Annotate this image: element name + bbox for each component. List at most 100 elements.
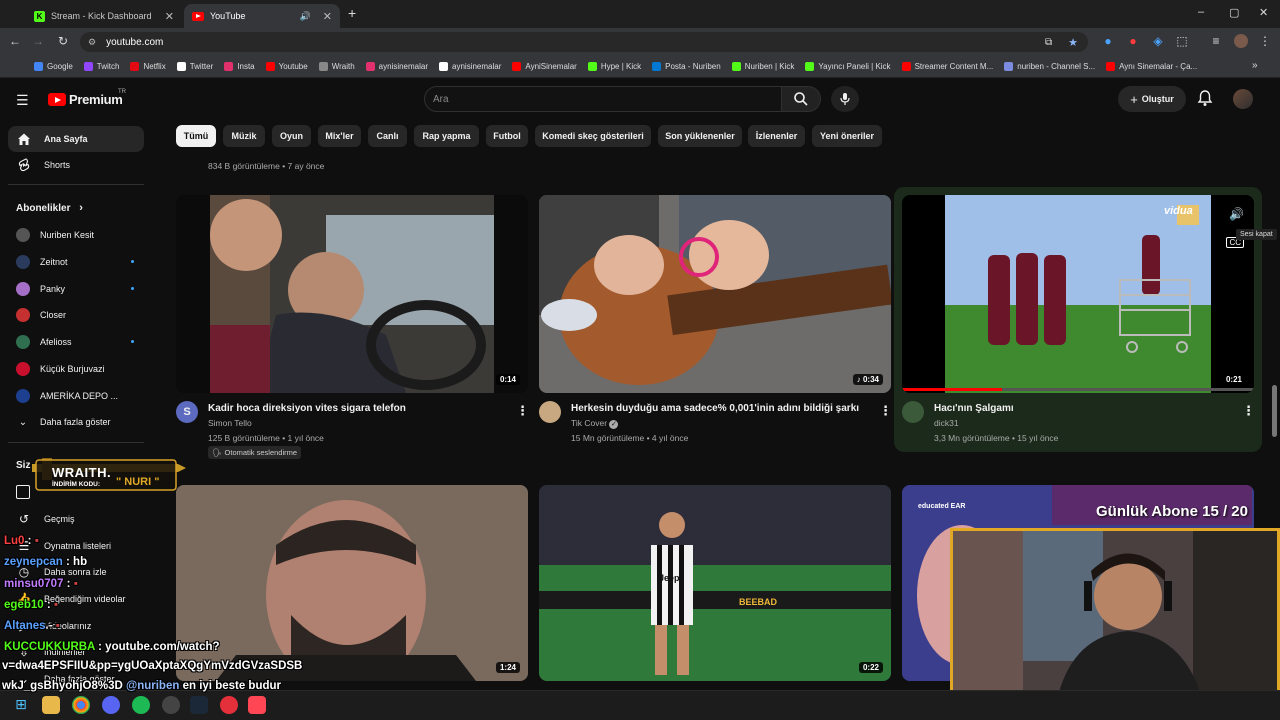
close-window-button[interactable]: ✕ xyxy=(1259,6,1268,19)
sidebar-item-home[interactable]: Ana Sayfa xyxy=(8,126,144,152)
chip-oyun[interactable]: Oyun xyxy=(272,125,311,147)
account-avatar[interactable] xyxy=(1233,89,1253,109)
video-menu-icon[interactable]: ⋮ xyxy=(879,403,892,419)
hamburger-menu-icon[interactable]: ☰ xyxy=(16,92,29,109)
channel-avatar[interactable] xyxy=(902,401,924,423)
bookmark-item[interactable]: Hype | Kick xyxy=(587,62,641,71)
tab-close-icon[interactable]: ✕ xyxy=(165,10,174,23)
video-title[interactable]: Kadir hoca direksiyon vites sigara telef… xyxy=(208,403,406,414)
bookmark-item[interactable]: Posta - Nuriben xyxy=(652,62,721,71)
spotify-icon[interactable] xyxy=(132,696,150,714)
more-bookmarks-button[interactable]: » xyxy=(1252,60,1258,71)
video-thumbnail[interactable]: 1:24 xyxy=(176,485,528,681)
site-info-icon[interactable]: ⚙ xyxy=(88,37,96,48)
discord-icon[interactable] xyxy=(102,696,120,714)
chip-tümü[interactable]: Tümü xyxy=(176,125,216,147)
bookmark-item[interactable]: Wraith xyxy=(318,62,355,71)
media-control-icon[interactable]: ≡ xyxy=(1208,34,1224,48)
tab-youtube[interactable]: YouTube 🔊 ✕ xyxy=(184,4,340,28)
channel-avatar[interactable] xyxy=(539,401,561,423)
bookmark-item[interactable]: AyniSinemalar xyxy=(512,62,577,71)
channel-name[interactable]: Tik Cover ✓ xyxy=(571,418,619,429)
bookmark-item[interactable]: Twitter xyxy=(176,62,213,71)
chip-i-zlenenler[interactable]: İzlenenler xyxy=(748,125,805,147)
sidebar-subscription[interactable]: Nuriben Kesit xyxy=(8,223,144,247)
channel-name[interactable]: dick31 xyxy=(934,418,959,428)
sidebar-subscription[interactable]: Küçük Burjuvazi xyxy=(8,357,144,381)
address-bar[interactable]: ⚙ youtube.com ⧉ ★ xyxy=(80,32,1088,52)
install-app-icon[interactable]: ⧉ xyxy=(1045,37,1052,48)
video-preview[interactable]: vidua 0:21 🔊 CC xyxy=(902,195,1254,393)
obs-icon[interactable] xyxy=(162,696,180,714)
valorant-icon[interactable] xyxy=(248,696,266,714)
menu-kebab-icon[interactable]: ⋮ xyxy=(1257,34,1273,48)
chip-yeni-öneriler[interactable]: Yeni öneriler xyxy=(812,125,882,147)
bookmark-item[interactable]: nuriben - Channel S... xyxy=(1004,62,1095,71)
bookmark-item[interactable]: Twitch xyxy=(83,62,119,71)
chip-komedi-skeç-gösterileri[interactable]: Komedi skeç gösterileri xyxy=(535,125,651,147)
page-scrollbar[interactable] xyxy=(1272,385,1277,437)
bookmark-item[interactable]: aynisinemalar xyxy=(439,62,501,71)
reload-icon[interactable]: ↻ xyxy=(55,34,71,48)
app-icon[interactable] xyxy=(220,696,238,714)
chrome-icon[interactable] xyxy=(72,696,90,714)
sidebar-item-shorts[interactable]: Shorts xyxy=(8,152,144,178)
bookmark-item[interactable]: aynisinemalar xyxy=(365,62,428,71)
channel-avatar[interactable]: S xyxy=(176,401,198,423)
chip-müzik[interactable]: Müzik xyxy=(223,125,265,147)
chip-mix-ler[interactable]: Mix'ler xyxy=(318,125,361,147)
sidebar-subscription[interactable]: AMERİKA DEPO ... xyxy=(8,384,144,408)
search-input[interactable]: Ara xyxy=(424,86,782,112)
youtube-premium-logo[interactable]: Premium xyxy=(69,92,123,107)
subscriptions-header[interactable]: Abonelikler › xyxy=(16,202,83,214)
steam-icon[interactable] xyxy=(190,696,208,714)
profile-avatar[interactable] xyxy=(1234,34,1248,48)
sidebar-show-more[interactable]: ⌄ Daha fazla göster xyxy=(8,410,144,434)
chip-rap-yapma[interactable]: Rap yapma xyxy=(414,125,479,147)
tab-audio-icon[interactable]: 🔊 xyxy=(300,11,311,22)
channel-name[interactable]: Simon Tello xyxy=(208,418,252,428)
tab-kick-dashboard[interactable]: K Stream - Kick Dashboard ✕ xyxy=(26,4,182,28)
bookmark-item[interactable]: Streamer Content M... xyxy=(901,62,993,71)
chip-futbol[interactable]: Futbol xyxy=(486,125,528,147)
video-title[interactable]: Hacı'nın Şalgamı xyxy=(934,403,1014,414)
bookmark-item[interactable]: Google xyxy=(34,62,73,71)
forward-icon[interactable]: → xyxy=(30,34,46,48)
maximize-button[interactable]: ▢ xyxy=(1229,6,1239,19)
back-icon[interactable]: ← xyxy=(7,34,23,48)
search-button[interactable] xyxy=(781,86,821,112)
video-menu-icon[interactable]: ⋮ xyxy=(516,403,529,419)
chip-son-yüklenenler[interactable]: Son yüklenenler xyxy=(658,125,742,147)
bookmark-item[interactable]: Nuriben | Kick xyxy=(731,62,794,71)
extension-icon[interactable]: ● xyxy=(1100,34,1116,48)
bookmark-item[interactable]: Aynı Sinemalar - Ça... xyxy=(1106,62,1197,71)
video-thumbnail[interactable]: Jeep BEEBAD 0:22 xyxy=(539,485,891,681)
new-tab-button[interactable]: + xyxy=(348,5,356,21)
video-thumbnail[interactable]: 0:14 xyxy=(176,195,528,393)
sidebar-subscription[interactable]: Closer xyxy=(8,303,144,327)
extension-icon[interactable]: ● xyxy=(1125,34,1141,48)
chip-canlı[interactable]: Canlı xyxy=(368,125,407,147)
video-thumbnail[interactable]: ♪ 0:34 xyxy=(539,195,891,393)
create-button[interactable]: + Oluştur xyxy=(1118,86,1186,112)
extensions-puzzle-icon[interactable]: ⬚ xyxy=(1174,34,1190,48)
bookmark-star-icon[interactable]: ★ xyxy=(1068,36,1078,49)
sidebar-item-you[interactable]: ↺ Geçmiş xyxy=(8,507,144,531)
windows-start-icon[interactable]: ⊞ xyxy=(12,696,30,714)
file-explorer-icon[interactable] xyxy=(42,696,60,714)
notifications-bell-icon[interactable] xyxy=(1197,90,1213,112)
sidebar-subscription[interactable]: Panky xyxy=(8,277,144,301)
your-channel-icon[interactable] xyxy=(16,485,30,499)
bookmark-item[interactable]: Yayıncı Paneli | Kick xyxy=(805,62,891,71)
bookmark-item[interactable]: Youtube xyxy=(265,62,308,71)
voice-search-button[interactable] xyxy=(831,86,859,112)
bookmark-item[interactable]: Netflix xyxy=(130,62,166,71)
sidebar-subscription[interactable]: Zeitnot xyxy=(8,250,144,274)
volume-icon[interactable]: 🔊 xyxy=(1229,207,1244,221)
video-menu-icon[interactable]: ⋮ xyxy=(1242,403,1255,419)
minimize-button[interactable]: – xyxy=(1198,6,1204,18)
video-title[interactable]: Herkesin duyduğu ama sadece% 0,001'inin … xyxy=(571,403,859,414)
youtube-logo-icon[interactable] xyxy=(48,93,66,106)
shield-extension-icon[interactable]: ◈ xyxy=(1150,34,1166,48)
bookmark-item[interactable]: Insta xyxy=(224,62,255,71)
